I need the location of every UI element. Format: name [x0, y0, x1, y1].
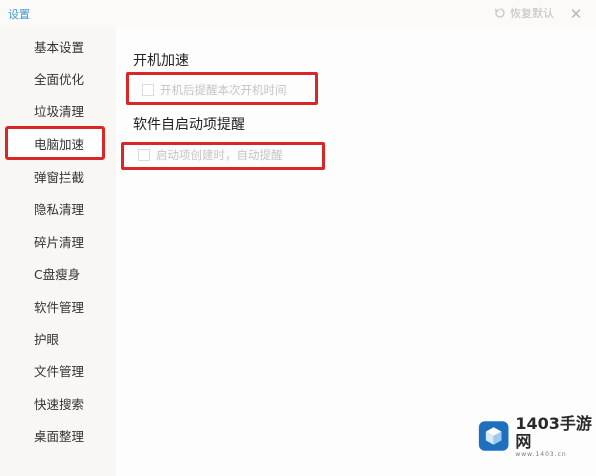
sidebar-item-file-manage[interactable]: 文件管理 — [0, 354, 116, 386]
window-title: 设置 — [8, 8, 30, 21]
sidebar-item-label: 全面优化 — [34, 71, 85, 87]
sidebar-item-full-optimize[interactable]: 全面优化 — [0, 62, 116, 94]
section-title-autostart-reminder: 软件自启动项提醒 — [133, 117, 245, 133]
watermark-logo: 1403手游网 www.1403.cn — [478, 413, 596, 458]
sidebar-item-label: 文件管理 — [34, 363, 85, 379]
title-bar: 设置 恢复默认 ✕ — [0, 0, 596, 28]
sidebar-item-software-manage[interactable]: 软件管理 — [0, 290, 116, 322]
sidebar-item-label: 护眼 — [34, 331, 60, 347]
sidebar-item-label: 电脑加速 — [34, 136, 85, 152]
sidebar-item-pc-speedup[interactable]: 电脑加速 — [5, 126, 105, 160]
sidebar-item-label: 基本设置 — [34, 39, 85, 55]
boot-time-reminder-checkbox[interactable] — [142, 84, 154, 96]
settings-panel: 开机加速 开机后提醒本次开机时间 软件自启动项提醒 启动项创建时，自动提醒 — [116, 28, 596, 476]
sidebar-item-privacy-clean[interactable]: 隐私清理 — [0, 192, 116, 224]
close-icon[interactable]: ✕ — [566, 4, 586, 24]
sidebar-item-label: 桌面整理 — [34, 428, 85, 444]
sidebar-item-basic-settings[interactable]: 基本设置 — [0, 30, 116, 62]
sidebar: 基本设置 全面优化 垃圾清理 电脑加速 弹窗拦截 隐私清理 碎片清理 C盘瘦身 … — [0, 28, 116, 476]
sidebar-item-label: 快速搜索 — [34, 396, 85, 412]
boot-time-reminder-option[interactable]: 开机后提醒本次开机时间 — [142, 82, 287, 98]
boot-time-reminder-label: 开机后提醒本次开机时间 — [160, 83, 287, 97]
sidebar-item-label: 弹窗拦截 — [34, 169, 85, 185]
sidebar-item-label: 碎片清理 — [34, 234, 85, 250]
watermark-subtext: www.1403.cn — [515, 450, 567, 458]
sidebar-item-desktop-organize[interactable]: 桌面整理 — [0, 419, 116, 451]
sidebar-item-fragment-clean[interactable]: 碎片清理 — [0, 225, 116, 257]
section-title-boot-speedup: 开机加速 — [133, 53, 189, 69]
autostart-reminder-option[interactable]: 启动项创建时，自动提醒 — [138, 147, 283, 163]
cube-logo-icon — [478, 421, 509, 451]
sidebar-item-label: 软件管理 — [34, 299, 85, 315]
restore-icon — [494, 8, 505, 18]
sidebar-item-popup-block[interactable]: 弹窗拦截 — [0, 160, 116, 192]
sidebar-item-label: 隐私清理 — [34, 201, 85, 217]
sidebar-item-label: 垃圾清理 — [34, 103, 85, 119]
autostart-reminder-label: 启动项创建时，自动提醒 — [156, 148, 283, 162]
watermark-text: 1403手游网 — [515, 413, 592, 451]
sidebar-item-label: C盘瘦身 — [34, 266, 81, 282]
autostart-reminder-checkbox[interactable] — [138, 149, 150, 161]
restore-default-button[interactable]: 恢复默认 — [494, 5, 554, 21]
sidebar-item-junk-clean[interactable]: 垃圾清理 — [0, 94, 116, 126]
restore-default-label: 恢复默认 — [510, 7, 554, 20]
sidebar-item-eye-care[interactable]: 护眼 — [0, 322, 116, 354]
sidebar-item-quick-search[interactable]: 快速搜索 — [0, 387, 116, 419]
sidebar-item-c-drive-slim[interactable]: C盘瘦身 — [0, 257, 116, 289]
